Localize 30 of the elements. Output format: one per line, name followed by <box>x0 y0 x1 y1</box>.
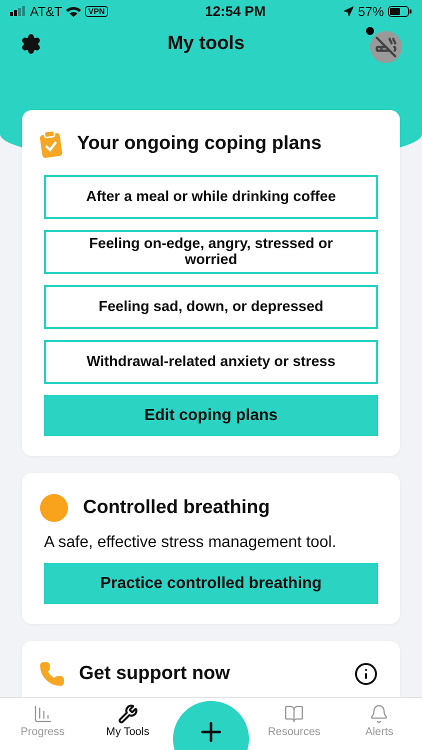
coping-plan-button[interactable]: After a meal or while drinking coffee <box>44 175 378 219</box>
chart-icon <box>32 704 53 724</box>
settings-icon[interactable] <box>20 33 42 55</box>
battery-icon <box>388 6 412 16</box>
card-title: Get support now <box>79 663 231 685</box>
signal-icon <box>10 6 26 16</box>
clock-time: 12:54 PM <box>204 3 266 19</box>
card-title: Your ongoing coping plans <box>77 133 323 155</box>
wrench-icon <box>118 704 138 724</box>
bell-icon <box>369 704 390 724</box>
location-icon <box>342 6 354 16</box>
coping-plan-button[interactable]: Feeling sad, down, or depressed <box>44 285 378 329</box>
edit-plans-button[interactable]: Edit coping plans <box>44 395 378 436</box>
card-title: Controlled breathing <box>83 497 271 519</box>
phone-icon <box>39 661 65 687</box>
battery-percent: 57% <box>358 4 384 18</box>
carrier-label: AT&T <box>30 4 62 18</box>
page-title: My tools <box>167 33 245 55</box>
wifi-icon <box>66 6 82 16</box>
coping-plan-button[interactable]: Feeling on-edge, angry, stressed or worried <box>44 230 378 274</box>
info-icon[interactable] <box>354 662 378 686</box>
breathing-dot-icon <box>39 493 69 523</box>
practice-breathing-button[interactable]: Practice controlled breathing <box>44 563 378 604</box>
clipboard-check-icon <box>39 130 63 158</box>
tab-item[interactable]: My Tools <box>88 698 168 739</box>
book-icon <box>284 704 304 724</box>
coping-plan-button[interactable]: Withdrawal-related anxiety or stress <box>44 340 378 384</box>
card-description: A safe, effective stress management tool. <box>44 534 338 552</box>
vpn-badge: VPN <box>85 6 108 16</box>
no-smoking-icon <box>375 36 397 58</box>
